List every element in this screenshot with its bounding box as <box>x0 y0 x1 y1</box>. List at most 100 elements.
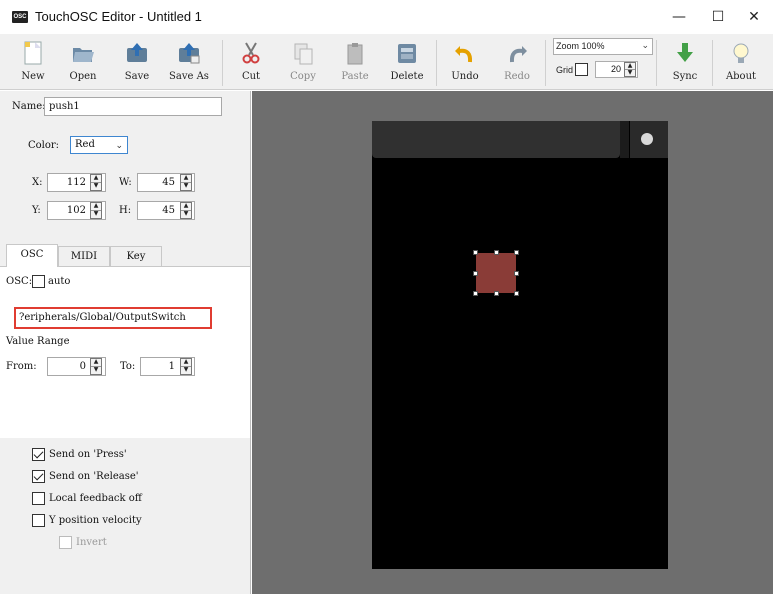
osc-address-input[interactable]: ?eripherals/Global/OutputSwitch <box>14 307 212 329</box>
range-from-stepper[interactable]: ▲ ▼ <box>90 358 102 375</box>
color-label: Color: <box>28 140 60 151</box>
new-button[interactable]: New <box>8 38 58 88</box>
sync-down-arrow-icon <box>677 43 693 62</box>
osc-tab-panel: OSC: auto ?eripherals/Global/OutputSwitc… <box>0 266 250 438</box>
device-page-tab-bar[interactable] <box>372 121 620 158</box>
grid-checkbox[interactable] <box>575 63 588 76</box>
name-label: Name: <box>12 101 46 112</box>
open-label: Open <box>69 71 97 82</box>
color-select[interactable]: Red ⌄ <box>70 136 128 154</box>
tab-osc[interactable]: OSC <box>6 244 58 267</box>
value-range-label: Value Range <box>6 336 70 347</box>
save-button[interactable]: Save <box>112 38 162 88</box>
properties-panel: Name: push1 Color: Red ⌄ X: 112 ▲ ▼ W: 45… <box>0 91 251 594</box>
paste-button[interactable]: Paste <box>330 38 380 88</box>
redo-arrow-icon <box>509 46 527 63</box>
save-as-button[interactable]: Save As <box>164 38 214 88</box>
redo-label: Redo <box>504 71 530 82</box>
toolbar-divider <box>712 40 713 86</box>
device-screen[interactable] <box>372 121 668 569</box>
copy-icon <box>294 43 313 65</box>
zoom-label-text: Zoom <box>556 41 580 51</box>
device-menu-dot-icon[interactable] <box>641 133 653 145</box>
scissors-icon <box>242 42 260 64</box>
sync-button[interactable]: Sync <box>660 38 710 88</box>
resize-handle[interactable] <box>473 271 478 276</box>
local-feedback-off-checkbox[interactable] <box>32 492 45 505</box>
paste-label: Paste <box>341 71 369 82</box>
w-stepper[interactable]: ▲ ▼ <box>180 174 192 191</box>
from-label: From: <box>6 361 37 372</box>
resize-handle[interactable] <box>514 271 519 276</box>
osc-address-value: ?eripherals/Global/OutputSwitch <box>19 312 186 323</box>
y-stepper[interactable]: ▲ ▼ <box>90 202 102 219</box>
cut-button[interactable]: Cut <box>226 38 276 88</box>
resize-handle[interactable] <box>473 291 478 296</box>
toolbar-divider <box>436 40 437 86</box>
name-input[interactable]: push1 <box>44 97 222 116</box>
resize-handle[interactable] <box>494 250 499 255</box>
delete-label: Delete <box>390 71 424 82</box>
delete-icon <box>398 44 416 63</box>
new-label: New <box>21 71 45 82</box>
w-label: W: <box>119 177 132 188</box>
chevron-down-icon: ⌄ <box>115 141 123 151</box>
lightbulb-icon <box>733 43 749 63</box>
delete-button[interactable]: Delete <box>382 38 432 88</box>
y-position-velocity-label: Y position velocity <box>49 515 142 526</box>
osc-auto-checkbox[interactable] <box>32 275 45 288</box>
resize-handle[interactable] <box>473 250 478 255</box>
zoom-value: 100% <box>581 41 605 51</box>
x-stepper[interactable]: ▲ ▼ <box>90 174 102 191</box>
invert-checkbox[interactable] <box>59 536 72 549</box>
layout-canvas[interactable] <box>252 91 773 594</box>
app-logo-icon: OSC <box>12 11 28 23</box>
new-document-icon <box>24 41 42 65</box>
color-value: Red <box>75 139 95 150</box>
y-position-velocity-checkbox[interactable] <box>32 514 45 527</box>
resize-handle[interactable] <box>494 291 499 296</box>
grid-label: Grid <box>556 65 574 75</box>
toolbar-divider <box>222 40 223 86</box>
cut-label: Cut <box>241 71 261 82</box>
invert-label: Invert <box>76 537 107 548</box>
toolbar-divider <box>656 40 657 86</box>
copy-button[interactable]: Copy <box>278 38 328 88</box>
resize-handle[interactable] <box>514 291 519 296</box>
send-on-press-checkbox[interactable] <box>32 448 45 461</box>
window-title: TouchOSC Editor - Untitled 1 <box>35 9 202 24</box>
undo-button[interactable]: Undo <box>440 38 490 88</box>
resize-handle[interactable] <box>514 250 519 255</box>
local-feedback-off-label: Local feedback off <box>49 493 142 504</box>
tab-midi[interactable]: MIDI <box>58 246 110 266</box>
zoom-label: Zoom 100% <box>556 41 605 51</box>
open-button[interactable]: Open <box>58 38 108 88</box>
push-button-control[interactable] <box>476 253 516 293</box>
grid-size-stepper[interactable]: ▲ ▼ <box>624 62 636 77</box>
folder-open-icon <box>73 48 94 62</box>
undo-label: Undo <box>451 71 479 82</box>
device-tab-divider <box>620 121 629 158</box>
send-on-release-checkbox[interactable] <box>32 470 45 483</box>
send-on-press-label: Send on 'Press' <box>49 449 127 460</box>
maximize-button[interactable]: ☐ <box>703 6 733 28</box>
device-menu-area[interactable] <box>630 121 668 158</box>
h-label: H: <box>119 205 132 216</box>
chevron-down-icon: ⌄ <box>641 41 649 51</box>
redo-button[interactable]: Redo <box>492 38 542 88</box>
send-on-release-label: Send on 'Release' <box>49 471 139 482</box>
minimize-button[interactable]: — <box>664 6 694 28</box>
close-button[interactable]: ✕ <box>739 6 769 28</box>
y-label: Y: <box>32 205 41 216</box>
toolbar: New Open Save Save As Cut Copy Paste Del… <box>0 34 773 90</box>
to-label: To: <box>120 361 136 372</box>
tab-key[interactable]: Key <box>110 246 162 266</box>
save-label: Save <box>124 71 150 82</box>
h-stepper[interactable]: ▲ ▼ <box>180 202 192 219</box>
about-button[interactable]: About <box>716 38 766 88</box>
range-to-stepper[interactable]: ▲ ▼ <box>180 358 192 375</box>
osc-label: OSC: <box>6 276 33 287</box>
save-as-icon <box>179 43 200 64</box>
about-label: About <box>725 71 757 82</box>
paste-icon <box>347 43 363 65</box>
